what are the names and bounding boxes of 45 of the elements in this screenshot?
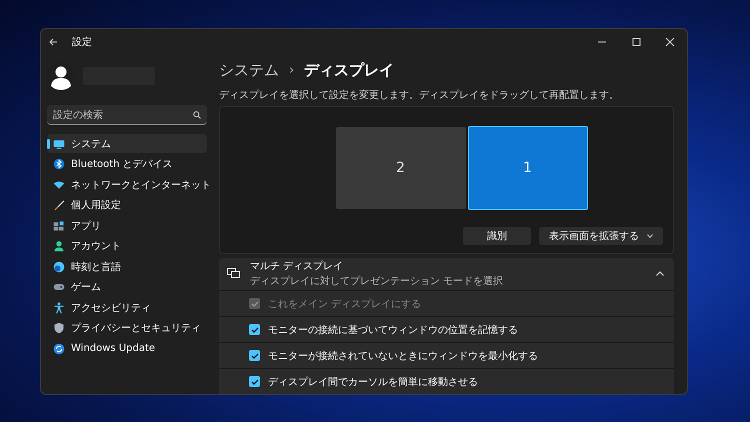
multi-display-header[interactable]: マルチ ディスプレイ ディスプレイに対してプレゼンテーション モードを選択	[219, 258, 674, 290]
breadcrumb-link[interactable]: システム	[219, 60, 279, 80]
sidebar-item[interactable]: 個人用設定	[47, 196, 207, 214]
checkbox[interactable]	[249, 350, 260, 361]
bluetooth-icon	[53, 158, 65, 170]
checkbox-label: モニターの接続に基づいてウィンドウの位置を記憶する	[268, 324, 518, 336]
sidebar-item[interactable]: アプリ	[47, 216, 207, 235]
checkbox[interactable]	[249, 376, 260, 387]
display-mode-dropdown[interactable]: 表示画面を拡張する	[539, 226, 663, 245]
sidebar-item[interactable]: アクセシビリティ	[47, 298, 207, 317]
dual-monitor-icon	[227, 268, 240, 280]
display-tile[interactable]: 2	[336, 126, 466, 209]
person-icon	[53, 240, 65, 252]
sidebar-item[interactable]: アカウント	[47, 236, 207, 256]
checkbox[interactable]	[249, 324, 260, 335]
chevron-down-icon	[647, 234, 653, 238]
apps-grid-icon	[53, 220, 65, 232]
window-title: 設定	[72, 36, 92, 49]
page-title: ディスプレイ	[304, 60, 394, 80]
sidebar-item[interactable]: プライバシーとセキュリティ	[47, 318, 207, 338]
search-field[interactable]: 設定の検索	[47, 105, 207, 125]
accessibility-icon	[53, 302, 65, 314]
sidebar-item[interactable]: Bluetooth とデバイス	[47, 154, 207, 174]
breadcrumb-separator: ›	[289, 62, 294, 78]
sidebar-item[interactable]: ネットワークとインターネット	[47, 175, 207, 194]
back-arrow-icon[interactable]	[49, 38, 58, 46]
identify-button[interactable]: 識別	[463, 226, 531, 245]
search-icon	[193, 110, 201, 118]
sidebar-item[interactable]: システム	[47, 134, 207, 153]
wifi-icon	[53, 178, 65, 190]
checkbox-label: モニターが接続されていないときにウィンドウを最小化する	[268, 350, 538, 362]
section-title: マルチ ディスプレイ	[250, 260, 344, 274]
checkbox-label: ディスプレイ間でカーソルを簡単に移動させる	[268, 376, 478, 388]
monitor-icon	[53, 138, 65, 150]
chevron-up-icon[interactable]	[656, 271, 664, 276]
checkbox-label: これをメイン ディスプレイにする	[268, 298, 422, 310]
sidebar-item[interactable]: 時刻と言語	[47, 257, 207, 276]
display-tile[interactable]: 1	[468, 126, 588, 210]
sidebar-item[interactable]: Windows Update	[47, 339, 207, 358]
shield-icon	[53, 322, 65, 334]
sidebar-item[interactable]: ゲーム	[47, 278, 207, 296]
refresh-icon	[53, 342, 65, 354]
section-subtitle: ディスプレイに対してプレゼンテーション モードを選択	[250, 274, 504, 288]
brush-icon	[53, 199, 65, 211]
description-text: ディスプレイを選択して設定を変更します。ディスプレイをドラッグして再配置します。	[219, 88, 620, 102]
